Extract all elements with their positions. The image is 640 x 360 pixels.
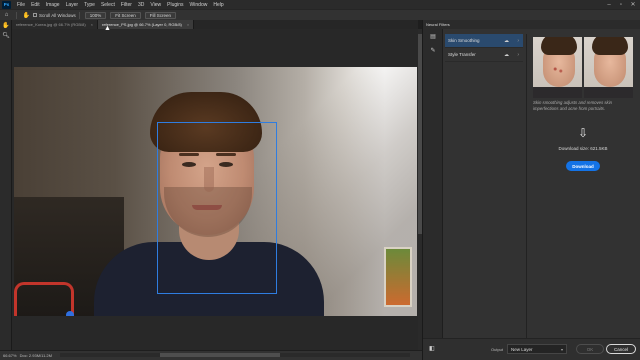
filter-label: Style Transfer (448, 52, 476, 57)
chevron-right-icon[interactable]: › (517, 38, 519, 44)
zoom-100-button[interactable]: 100% (84, 11, 107, 19)
preview-shirt (533, 87, 582, 98)
scroll-all-windows-label: Scroll All Windows (39, 12, 76, 18)
document-tabs: reference_Korea.jpg @ 66.7% (RGB/8) × re… (12, 20, 418, 29)
close-tab-icon[interactable]: × (91, 22, 93, 27)
scroll-all-windows-checkbox[interactable] (33, 13, 37, 17)
filter-skin-smoothing[interactable]: Skin Smoothing ☁ › (445, 34, 523, 48)
zoom-level[interactable]: 66.67% (3, 353, 17, 358)
maximize-icon[interactable]: ▫ (616, 0, 626, 9)
filter-description: Skin smoothing adjusts and removes skin … (533, 100, 613, 111)
menu-3d[interactable]: 3D (135, 2, 147, 8)
divider (16, 11, 17, 19)
scroll-thumb[interactable] (160, 353, 280, 357)
download-button[interactable]: Download (566, 161, 600, 171)
menu-image[interactable]: Image (43, 2, 63, 8)
preview-blemishes (551, 65, 565, 75)
chevron-right-icon[interactable]: › (517, 52, 519, 58)
home-icon[interactable]: ⌂ (2, 11, 11, 20)
filter-label: Skin Smoothing (448, 38, 480, 43)
tab-reference-korea[interactable]: reference_Korea.jpg @ 66.7% (RGB/8) × (12, 20, 98, 29)
photoshop-logo-icon: Ps (2, 0, 11, 9)
after-preview-image (584, 37, 633, 98)
options-bar: ⌂ ✋ Scroll All Windows 100% Fit Screen F… (0, 9, 640, 20)
before-preview-image (533, 37, 582, 98)
output-value: New Layer (511, 346, 533, 352)
hand-tool-icon[interactable]: ✋ (0, 20, 12, 30)
preview-shirt (584, 87, 633, 98)
cloud-download-icon[interactable]: ☁ (504, 52, 509, 58)
neural-filters-panel: Neural Filters ▤ ✎ Skin Smoothing ☁ › St… (422, 20, 640, 360)
tab-label: reference_Korea.jpg @ 66.7% (RGB/8) (16, 22, 86, 27)
mouse-cursor-icon: ▲ (104, 25, 111, 32)
menu-view[interactable]: View (147, 2, 164, 8)
menu-file[interactable]: File (14, 2, 28, 8)
tab-label: reference_PS.jpg @ 66.7% (Layer 0, RGB/8… (102, 22, 182, 27)
panel-rail: ▤ ✎ (423, 29, 443, 359)
fill-screen-button[interactable]: Fill Screen (144, 11, 177, 19)
ok-button[interactable]: OK (576, 344, 604, 354)
canvas-area[interactable] (12, 29, 418, 350)
filter-list: Skin Smoothing ☁ › Style Transfer ☁ › (445, 34, 523, 62)
filter-style-transfer[interactable]: Style Transfer ☁ › (445, 48, 523, 62)
panel-title: Neural Filters (423, 20, 640, 29)
document-size: Doc: 2.93M/11.2M (19, 353, 52, 358)
tools-panel: ✋ 🔍︎ (0, 20, 12, 350)
background-light (66, 311, 74, 316)
close-tab-icon[interactable]: × (187, 22, 189, 27)
menu-edit[interactable]: Edit (28, 2, 43, 8)
divider (526, 34, 527, 338)
filter-list-icon[interactable]: ▤ (423, 29, 443, 43)
menu-plugins[interactable]: Plugins (164, 2, 186, 8)
menu-layer[interactable]: Layer (63, 2, 82, 8)
fit-screen-button[interactable]: Fit Screen (110, 11, 141, 19)
close-window-icon[interactable]: ✕ (628, 0, 638, 9)
minimize-icon[interactable]: – (604, 0, 614, 9)
menu-type[interactable]: Type (81, 2, 98, 8)
face-detection-box (157, 122, 277, 294)
cloud-download-icon[interactable]: ☁ (504, 38, 509, 44)
background-chair (14, 282, 74, 316)
menu-window[interactable]: Window (187, 2, 211, 8)
chevron-down-icon: ▾ (560, 346, 563, 352)
preview-hair (592, 37, 628, 55)
menu-filter[interactable]: Filter (118, 2, 135, 8)
download-size: Download size: 621.5KB (558, 146, 608, 151)
before-after-preview (533, 37, 633, 98)
hand-tool-icon[interactable]: ✋ (22, 11, 31, 20)
preview-toggle-icon[interactable]: ◧ (429, 345, 437, 353)
preview-hair (541, 37, 577, 55)
divider (78, 11, 80, 19)
menu-bar: Ps File Edit Image Layer Type Select Fil… (0, 0, 640, 9)
horizontal-scrollbar[interactable] (60, 353, 410, 357)
background-picture (384, 247, 412, 307)
menu-select[interactable]: Select (98, 2, 118, 8)
output-label: Output (491, 347, 504, 352)
output-select[interactable]: New Layer ▾ (507, 344, 567, 354)
cloud-download-icon: ⇩ (577, 126, 589, 140)
panel-footer: ◧ Output New Layer ▾ OK Cancel (423, 338, 640, 360)
brush-icon[interactable]: ✎ (423, 43, 443, 57)
menu-help[interactable]: Help (210, 2, 226, 8)
zoom-tool-icon[interactable]: 🔍︎ (0, 30, 12, 40)
cancel-button[interactable]: Cancel (606, 344, 636, 354)
tab-reference-ps[interactable]: reference_PS.jpg @ 66.7% (Layer 0, RGB/8… (98, 20, 195, 29)
portrait-photo (14, 67, 417, 316)
